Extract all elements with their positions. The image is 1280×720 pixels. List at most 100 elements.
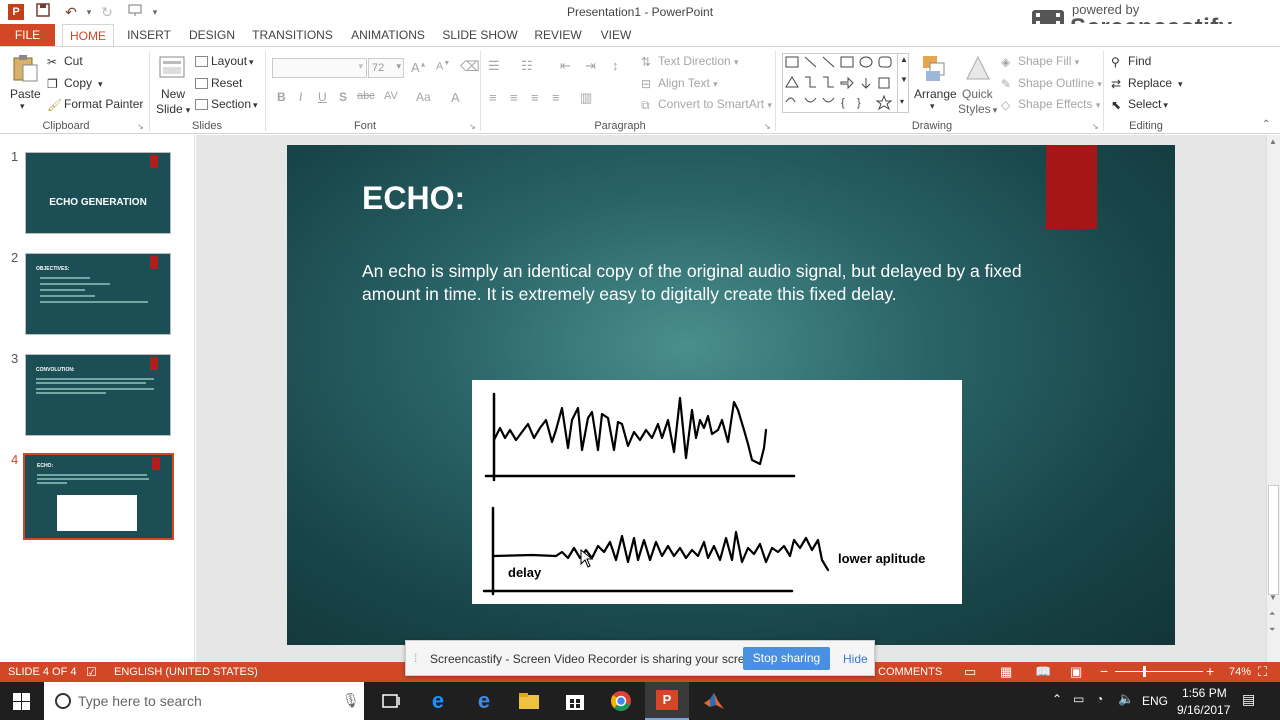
shapes-scroll[interactable]: ▲ ▼ ▾ (897, 53, 909, 113)
quick-styles-button[interactable]: Styles ▾ (958, 102, 997, 116)
arrange-icon[interactable] (920, 53, 950, 83)
slide-thumbnail-2[interactable]: OBJECTIVES: (25, 253, 171, 335)
battery-icon[interactable]: ▭ (1073, 692, 1084, 706)
underline-button[interactable]: U (318, 90, 327, 104)
shapes-gallery[interactable]: {} (782, 53, 909, 113)
drawing-launcher-icon[interactable]: ↘ (1092, 122, 1099, 131)
normal-view-icon[interactable]: ▭ (964, 664, 976, 680)
reset-button[interactable]: Reset (195, 76, 242, 90)
new-slide-icon[interactable] (157, 53, 187, 83)
layout-button[interactable]: Layout ▾ (195, 54, 254, 68)
align-center-icon[interactable]: ≡ (510, 90, 518, 105)
cut-button[interactable]: ✂ Cut (47, 54, 83, 69)
slide-sorter-icon[interactable]: ▦ (1000, 664, 1012, 680)
align-right-icon[interactable]: ≡ (531, 90, 539, 105)
change-case-button[interactable]: Aa (416, 90, 431, 104)
internet-explorer-icon[interactable]: e (426, 689, 450, 713)
input-language[interactable]: ENG (1142, 694, 1168, 708)
shape-effects-button[interactable]: ◇ Shape Effects ▾ (1001, 97, 1100, 112)
replace-button[interactable]: ⇄ Replace ▾ (1111, 76, 1183, 91)
language-status[interactable]: ENGLISH (UNITED STATES) (114, 666, 258, 678)
paragraph-launcher-icon[interactable]: ↘ (764, 122, 771, 131)
new-slide-button[interactable]: Slide ▾ (156, 102, 190, 116)
windows-start-icon[interactable] (13, 693, 30, 710)
powerpoint-taskbar-button[interactable]: P (645, 682, 689, 720)
copy-button[interactable]: ❐ Copy ▾ (47, 76, 103, 91)
clear-formatting-icon[interactable]: ⌫ (460, 58, 480, 75)
numbering-icon[interactable]: ☷ (521, 58, 533, 74)
tab-design[interactable]: DESIGN (186, 24, 238, 46)
increase-indent-icon[interactable]: ⇥ (585, 58, 596, 74)
tab-file[interactable]: FILE (0, 24, 55, 46)
character-spacing-button[interactable]: AV (384, 90, 398, 102)
reading-view-icon[interactable]: 📖 (1035, 664, 1051, 680)
clock-time[interactable]: 1:56 PM (1182, 686, 1227, 700)
spellcheck-icon[interactable]: ☑ (86, 665, 97, 679)
vertical-scrollbar[interactable]: ▲ ▼ ⏶ ⏷ (1266, 135, 1280, 662)
stop-sharing-button[interactable]: Stop sharing (743, 647, 830, 670)
bullets-icon[interactable]: ☰ (488, 58, 500, 74)
tab-home[interactable]: HOME (62, 24, 114, 47)
clipboard-launcher-icon[interactable]: ↘ (137, 122, 144, 131)
scroll-up-arrow-icon[interactable]: ▲ (1269, 137, 1277, 146)
tab-transitions[interactable]: TRANSITIONS (250, 24, 335, 46)
fit-slide-icon[interactable]: ⛶ (1258, 664, 1267, 680)
microphone-icon[interactable]: 🎙 (342, 692, 360, 709)
hide-link[interactable]: Hide (843, 652, 868, 666)
zoom-out-icon[interactable]: − (1100, 663, 1108, 679)
volume-icon[interactable]: 🔈 (1118, 691, 1134, 707)
font-color-button[interactable]: A (451, 90, 460, 105)
decrease-indent-icon[interactable]: ⇤ (560, 58, 571, 74)
quick-styles-icon[interactable] (963, 53, 993, 83)
previous-slide-icon[interactable]: ⏶ (1269, 609, 1275, 619)
paste-icon[interactable] (9, 53, 39, 83)
increase-font-icon[interactable]: A▲ (411, 60, 427, 75)
file-explorer-icon[interactable] (517, 689, 541, 713)
paste-dropdown-icon[interactable]: ▾ (20, 101, 25, 112)
paste-button[interactable]: Paste (10, 87, 41, 101)
store-icon[interactable] (563, 689, 587, 713)
select-button[interactable]: ⬉ Select ▾ (1111, 97, 1168, 112)
slide-body-text[interactable]: An echo is simply an identical copy of t… (362, 260, 1032, 305)
slide-thumbnail-4-selected[interactable]: ECHO: (23, 453, 174, 540)
columns-icon[interactable]: ▥ (580, 90, 592, 106)
arrange-dropdown-icon[interactable]: ▾ (930, 101, 935, 112)
edge-icon[interactable]: e (472, 689, 496, 713)
convert-smartart-button[interactable]: ⧉ Convert to SmartArt ▾ (641, 97, 772, 112)
slideshow-view-icon[interactable]: ▣ (1070, 664, 1082, 680)
slide-thumbnail-3[interactable]: CONVOLUTION: (25, 354, 171, 436)
align-left-icon[interactable]: ≡ (489, 90, 497, 105)
find-button[interactable]: ⚲ Find (1111, 54, 1151, 69)
italic-button[interactable]: I (299, 90, 302, 104)
tab-animations[interactable]: ANIMATIONS (347, 24, 429, 46)
zoom-in-icon[interactable]: + (1206, 663, 1214, 679)
align-text-button[interactable]: ⊟ Align Text ▾ (641, 76, 718, 91)
zoom-slider-thumb[interactable] (1143, 666, 1146, 677)
justify-icon[interactable]: ≡ (552, 90, 560, 105)
tab-view[interactable]: VIEW (597, 24, 635, 46)
line-spacing-icon[interactable]: ↕ (612, 58, 619, 73)
strikethrough-button[interactable]: abc (357, 90, 375, 102)
font-size-combo[interactable]: 72 ▾ (368, 58, 404, 78)
font-launcher-icon[interactable]: ↘ (469, 122, 476, 131)
collapse-ribbon-icon[interactable]: ⌃ (1262, 119, 1270, 130)
shape-fill-button[interactable]: ◈ Shape Fill ▾ (1001, 54, 1079, 69)
zoom-level[interactable]: 74% (1229, 666, 1251, 678)
network-icon[interactable]: ◔ (1096, 692, 1103, 706)
format-painter-button[interactable]: 🖌 Format Painter (47, 97, 143, 112)
quick-styles-label-1[interactable]: Quick (962, 87, 993, 101)
action-center-icon[interactable]: ▤ (1242, 691, 1255, 708)
matlab-icon[interactable] (702, 689, 726, 713)
slide-thumbnail-1[interactable]: ECHO GENERATION (25, 152, 171, 234)
tab-slide-show[interactable]: SLIDE SHOW (441, 24, 519, 46)
font-name-combo[interactable]: ▾ (272, 58, 367, 78)
task-view-icon[interactable] (379, 689, 403, 713)
taskbar-search-box[interactable]: Type here to search 🎙 (44, 682, 364, 720)
bold-button[interactable]: B (277, 90, 286, 104)
scroll-thumb[interactable] (1268, 485, 1279, 595)
shadow-button[interactable]: S (339, 90, 347, 104)
clock-date[interactable]: 9/16/2017 (1177, 703, 1230, 717)
zoom-slider-track[interactable] (1115, 671, 1203, 672)
new-slide-label-1[interactable]: New (161, 87, 185, 101)
show-hidden-icons-icon[interactable]: ⌃ (1052, 692, 1062, 706)
